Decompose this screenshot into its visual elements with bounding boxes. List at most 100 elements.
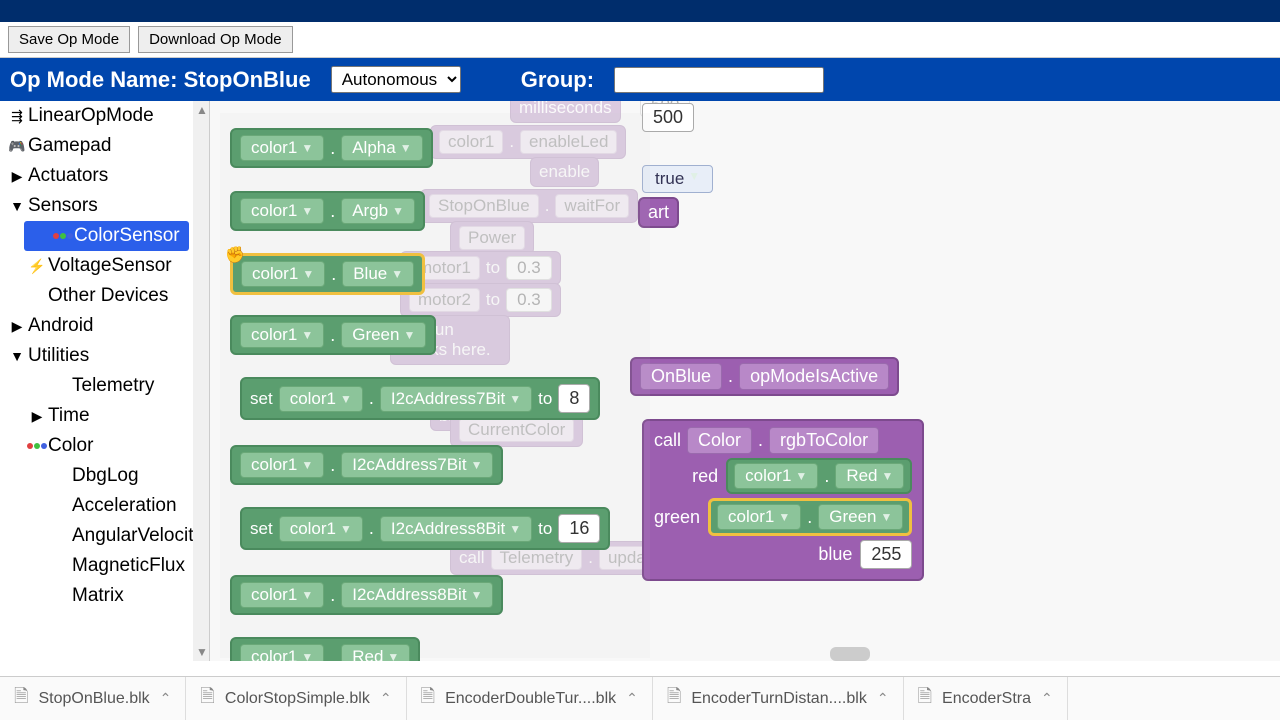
file-tab[interactable]: ColorStopSimple.blk ⌃ [186,677,406,720]
file-icon [421,684,435,714]
sidebar-item-android[interactable]: Android [0,311,209,341]
sidebar-item-other devices[interactable]: Other Devices [0,281,209,311]
prop-dropdown[interactable]: Alpha ▼ [341,135,422,161]
toolbar: Save Op Mode Download Op Mode [0,22,1280,58]
sidebar-item-colorsensor[interactable]: ColorSensor [24,221,189,251]
prop-dropdown[interactable]: Blue ▼ [342,261,414,287]
file-tab[interactable]: EncoderTurnDistan....blk ⌃ [653,677,904,720]
tab-chevron-icon[interactable]: ⌃ [1041,690,1053,707]
file-tab[interactable]: EncoderStra ⌃ [904,677,1068,720]
prop-dropdown[interactable]: I2cAddress8Bit ▼ [380,516,532,542]
value-input[interactable]: 16 [558,514,600,543]
file-icon [667,684,681,714]
expand-icon [6,318,28,335]
sidebar-item-actuators[interactable]: Actuators [0,161,209,191]
sidebar-item-label: LinearOpMode [28,105,154,127]
sidebar-item-gamepad[interactable]: 🎮Gamepad [0,131,209,161]
var-dropdown[interactable]: color1 ▼ [279,516,363,542]
sidebar-scrollbar[interactable]: ▲ ▼ [193,101,209,661]
block-i2caddress7bit[interactable]: color1 ▼.I2cAddress7Bit ▼ [230,445,503,485]
rgb-icon [52,233,74,239]
var-dropdown[interactable]: color1 ▼ [240,135,324,161]
opmodeisactive-block[interactable]: OnBlue . opModeIsActive [630,357,899,396]
sidebar-item-label: Time [48,405,90,427]
var-dropdown[interactable]: color1 ▼ [240,582,324,608]
tab-label: EncoderDoubleTur....blk [445,690,616,708]
block-alpha[interactable]: color1 ▼.Alpha ▼ [230,128,433,168]
rgbtocolor-block[interactable]: call Color . rgbToColor red color1▼ . Re… [642,419,924,581]
blockly-canvas[interactable]: milliseconds 500 color1 . enableLed enab… [210,101,1280,661]
sidebar-item-voltagesensor[interactable]: ⚡VoltageSensor [0,251,209,281]
block-blue[interactable]: color1 ▼.Blue ▼ [230,253,425,295]
green-slot-block[interactable]: color1▼ . Green▼ [708,498,912,536]
scroll-down-icon[interactable]: ▼ [196,645,208,659]
group-input[interactable] [614,67,824,93]
sidebar-item-acceleration[interactable]: Acceleration [0,491,209,521]
tab-chevron-icon[interactable]: ⌃ [626,690,638,707]
block-set-i2caddress8bit[interactable]: setcolor1 ▼.I2cAddress8Bit ▼to16 [240,507,610,550]
var-dropdown[interactable]: color1 ▼ [240,198,324,224]
sidebar-item-utilities[interactable]: Utilities [0,341,209,371]
file-tab[interactable]: EncoderDoubleTur....blk ⌃ [407,677,653,720]
scroll-up-icon[interactable]: ▲ [196,103,208,117]
sidebar-item-telemetry[interactable]: Telemetry [0,371,209,401]
sidebar-item-time[interactable]: Time [0,401,209,431]
opmode-type-select[interactable]: Autonomous [331,66,461,93]
tab-chevron-icon[interactable]: ⌃ [380,690,392,707]
var-dropdown[interactable]: color1 ▼ [240,452,324,478]
var-dropdown[interactable]: color1 ▼ [241,261,325,287]
sidebar-item-sensors[interactable]: Sensors [0,191,209,221]
block-green[interactable]: color1 ▼.Green ▼ [230,315,436,355]
block-red[interactable]: color1 ▼.Red ▼ [230,637,420,661]
sequence-icon: ⇶ [6,108,28,125]
group-label: Group: [521,67,594,93]
prop-dropdown[interactable]: Argb ▼ [341,198,415,224]
file-icon [14,684,28,714]
tab-chevron-icon[interactable]: ⌃ [160,690,172,707]
sidebar-item-angularvelocity[interactable]: AngularVelocity [0,521,209,551]
block-argb[interactable]: color1 ▼.Argb ▼ [230,191,425,231]
var-dropdown[interactable]: color1 ▼ [279,386,363,412]
tab-label: EncoderTurnDistan....blk [691,690,866,708]
var-dropdown[interactable]: color1 ▼ [240,322,324,348]
file-icon [200,684,214,714]
sidebar-item-label: Actuators [28,165,108,187]
bolt-icon: ⚡ [26,258,48,275]
sidebar-item-matrix[interactable]: Matrix [0,581,209,611]
prop-dropdown[interactable]: I2cAddress7Bit ▼ [341,452,493,478]
prop-dropdown[interactable]: I2cAddress8Bit ▼ [341,582,493,608]
prop-dropdown[interactable]: Green ▼ [341,322,426,348]
category-sidebar: ⇶LinearOpMode🎮GamepadActuatorsSensorsCol… [0,101,210,661]
var-dropdown[interactable]: color1 ▼ [240,644,324,661]
block-i2caddress8bit[interactable]: color1 ▼.I2cAddress8Bit ▼ [230,575,503,615]
sidebar-item-label: Color [48,435,93,457]
sidebar-item-magneticflux[interactable]: MagneticFlux [0,551,209,581]
blue-value-input[interactable]: 255 [860,540,912,569]
canvas-scrollbar-h[interactable] [830,647,870,661]
sidebar-item-label: Other Devices [48,285,168,307]
file-tab[interactable]: StopOnBlue.blk ⌃ [0,677,186,720]
tab-label: ColorStopSimple.blk [225,690,370,708]
opmode-bar: Op Mode Name: StopOnBlue Autonomous Grou… [0,58,1280,101]
red-slot-block[interactable]: color1▼ . Red▼ [726,458,912,494]
download-button[interactable]: Download Op Mode [138,26,293,53]
header-logo-bar [0,0,1280,22]
tab-label: StopOnBlue.blk [38,690,149,708]
sidebar-item-dbglog[interactable]: DbgLog [0,461,209,491]
expand-icon [26,408,48,425]
sidebar-item-label: Android [28,315,94,337]
save-button[interactable]: Save Op Mode [8,26,130,53]
expand-icon [6,168,28,185]
value-input[interactable]: 8 [558,384,590,413]
tab-label: EncoderStra [942,690,1031,708]
block-set-i2caddress7bit[interactable]: setcolor1 ▼.I2cAddress7Bit ▼to8 [240,377,600,420]
sidebar-item-linearopmode[interactable]: ⇶LinearOpMode [0,101,209,131]
collapse-icon [6,198,28,214]
file-tabs-bar: StopOnBlue.blk⌃ColorStopSimple.blk⌃Encod… [0,676,1280,720]
sidebar-item-label: ColorSensor [74,225,180,247]
enable-true-value[interactable]: true▼ [642,165,713,193]
sidebar-item-color[interactable]: Color [0,431,209,461]
prop-dropdown[interactable]: I2cAddress7Bit ▼ [380,386,532,412]
tab-chevron-icon[interactable]: ⌃ [877,690,889,707]
prop-dropdown[interactable]: Red ▼ [341,644,410,661]
